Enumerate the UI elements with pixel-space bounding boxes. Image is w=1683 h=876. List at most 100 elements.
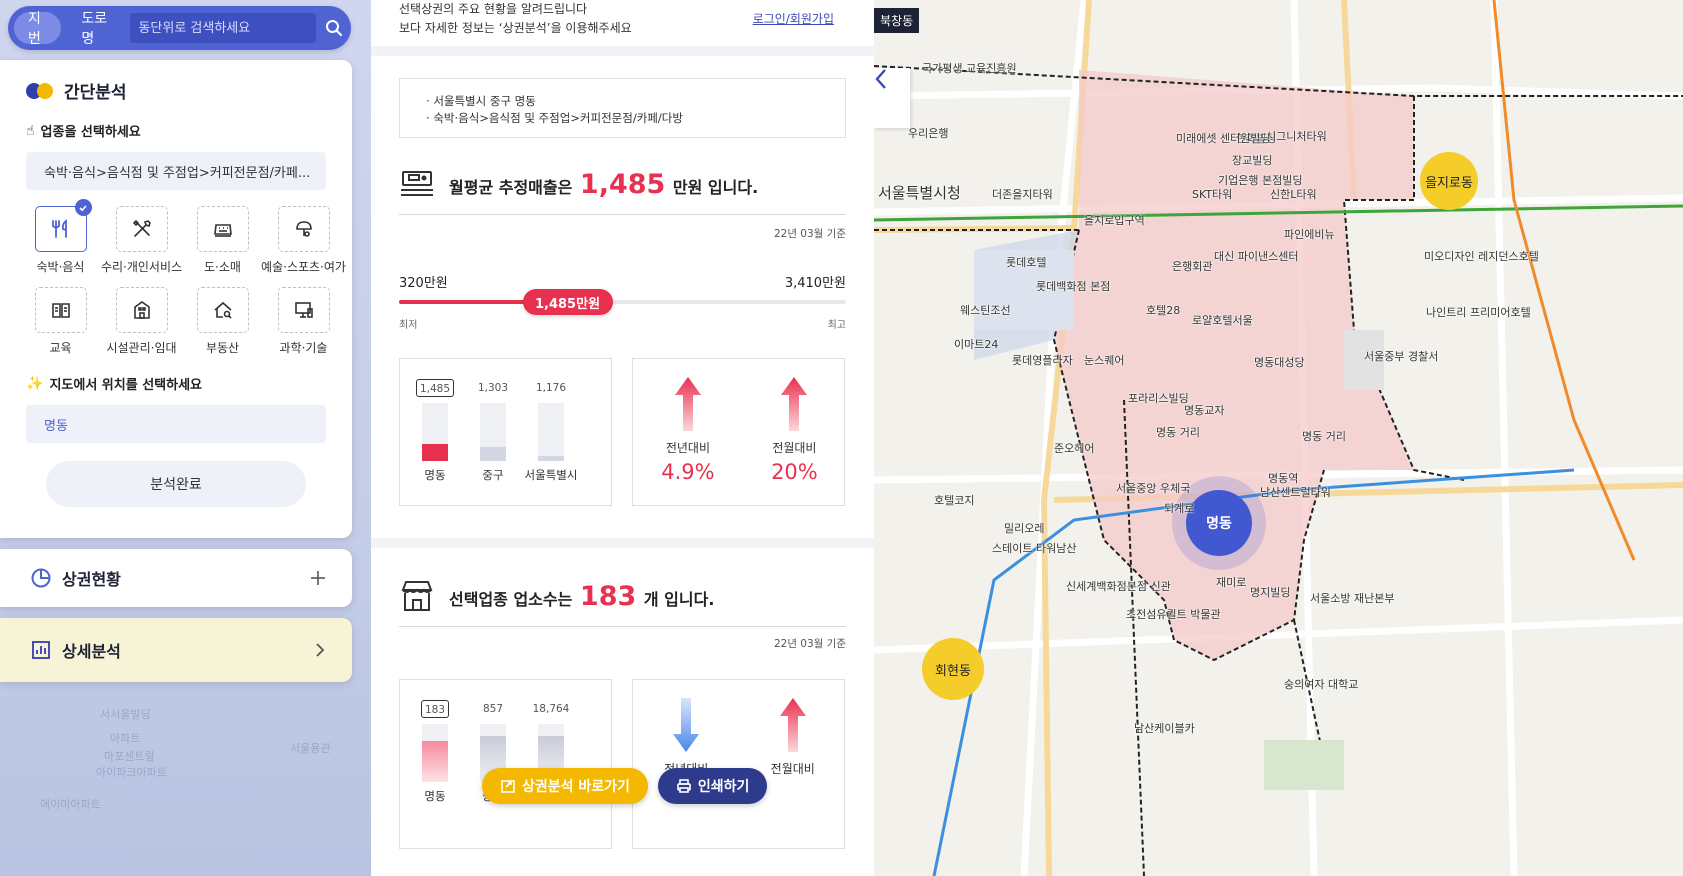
step-location-heading: ✨ 지도에서 위치를 선택하세요	[26, 374, 326, 394]
map-poi-label: 을지로입구역	[1084, 214, 1145, 227]
store-count-value: 183	[579, 580, 637, 612]
comparison-bar-fill	[422, 741, 448, 782]
signup-link[interactable]: 회원가입	[790, 12, 834, 26]
plus-icon[interactable]	[310, 570, 326, 586]
category-science-tech[interactable]: 과학·기술	[263, 287, 344, 356]
sales-range-track: 1,485만원	[399, 289, 846, 315]
selected-industry-field[interactable]: 숙박·음식>음식점 및 주점업>커피전문점/카페...	[26, 152, 326, 190]
map-poi-label: 롯데백화점 본점	[1036, 280, 1111, 293]
step-industry-label: 업종을 선택하세요	[40, 125, 141, 140]
mom-value: 20%	[771, 460, 818, 484]
yoy-label: 전년대비	[665, 441, 710, 455]
comparison-bar-0: 1,485 명동	[415, 379, 455, 483]
map-poi-label: 이마트24	[954, 338, 999, 351]
map-poi-label: 미래에셋 센터원빌딩	[1176, 132, 1271, 145]
map-poi-label: 준오헤어	[1054, 442, 1095, 455]
storefront-icon	[401, 581, 433, 611]
yoy-value: 4.9%	[661, 460, 715, 484]
print-button[interactable]: 인쇄하기	[657, 768, 768, 804]
map-poi-label: 서울특별시청	[878, 184, 961, 202]
map-poi-label: 기업은행 본점빌딩	[1218, 174, 1303, 187]
map-poi-label: 신한L타워	[1270, 188, 1317, 201]
sparkle-icon: ✨	[26, 375, 44, 392]
analysis-complete-button[interactable]: 분석완료	[46, 461, 306, 507]
map-poi-label: 롯데영플라자	[1012, 354, 1073, 367]
category-real-estate[interactable]: 부동산	[182, 287, 263, 356]
selected-location-field[interactable]: 명동	[26, 405, 326, 443]
category-label: 부동산	[205, 341, 240, 355]
sales-comparison-bars: 1,485 명동 1,303 중구 1,176 서울특별시	[415, 379, 577, 483]
monitor-icon	[294, 302, 313, 318]
mom-label: 전월대비	[772, 441, 817, 455]
map-poi-label: 시그니처타워	[1266, 130, 1327, 143]
category-repair-service[interactable]: 수리·개인서비스	[101, 206, 182, 275]
map-poi-label: 명동대성당	[1254, 356, 1305, 369]
leisure-icon	[295, 221, 312, 237]
map-poi-label: 더존을지타워	[992, 188, 1053, 201]
sales-value: 1,485	[579, 168, 666, 200]
tab-jibun[interactable]: 지번	[14, 11, 62, 47]
selected-industry-text: 숙박·음식>음식점 및 주점업>커피전문점/카페/다방	[426, 110, 819, 127]
mom-change: 전월대비 20%	[771, 377, 818, 507]
category-facility-rental[interactable]: 시설관리·임대	[101, 287, 182, 356]
category-retail[interactable]: 도·소매	[182, 206, 263, 275]
sales-range-captions: 최저 최고	[399, 316, 846, 331]
building-icon	[133, 301, 150, 319]
sales-range-labels: 320만원 3,410만원	[399, 272, 846, 291]
commercial-status-title: 상권현황	[62, 570, 121, 589]
comparison-bar-track	[422, 724, 448, 782]
sales-section: 서울특별시 중구 명동 숙박·음식>음식점 및 주점업>커피전문점/카페/다방 …	[371, 56, 874, 538]
login-link[interactable]: 로그인	[753, 12, 786, 26]
category-label: 예술·스포츠·여가	[261, 260, 346, 274]
map-poi-label: 서울소방 재난본부	[1310, 592, 1395, 605]
comparison-bar-fill	[538, 455, 564, 461]
step-location-label: 지도에서 위치를 선택하세요	[49, 378, 203, 393]
search-input[interactable]	[130, 13, 317, 43]
fork-knife-icon	[51, 219, 67, 238]
dong-marker-myeongdong-selected[interactable]: 명동	[1186, 490, 1252, 556]
tab-road-name[interactable]: 도로명	[67, 11, 124, 47]
dong-marker-euljiro[interactable]: 을지로동	[1420, 152, 1478, 210]
store-mom-label: 전월대비	[770, 762, 815, 776]
chevron-right-icon[interactable]	[314, 642, 326, 658]
intro-emphasis: 상권분석	[502, 21, 547, 35]
auth-links: 로그인/회원가입	[753, 10, 834, 27]
sales-reference-date: 22년 03월 기준	[773, 228, 846, 240]
map-poi-label: 국가평생 교육진흥원	[922, 62, 1017, 75]
category-label: 교육	[49, 341, 72, 355]
arrow-up-icon	[674, 377, 701, 431]
sales-headline: 월평균 추정매출은 1,485 만원 입니다.	[399, 166, 846, 215]
map-poi-label: 숭의여자 대학교	[1284, 678, 1359, 691]
map-poi-label: 남산케이블카	[1134, 722, 1195, 735]
map-poi-label: 신세계백화점본점 신관	[1066, 580, 1171, 593]
map-area-tag: 북창동	[874, 8, 920, 33]
map-view[interactable]: 북창동 을지로동 회현동 명동 서울특별시청 더존을지타워 SKT타워 롯데호텔 롯데백…	[874, 0, 1683, 876]
sales-comparison-box: 1,485 명동 1,303 중구 1,176 서울특별시	[399, 358, 612, 506]
comparison-bar-0: 183 명동	[420, 700, 450, 804]
category-label: 과학·기술	[279, 341, 328, 355]
map-poi-label: 포라리스빌딩	[1128, 392, 1189, 405]
map-poi-label: 퇴계로	[1164, 502, 1195, 515]
detail-analysis-section[interactable]: 상세분석	[0, 618, 352, 682]
go-analysis-button[interactable]: 상권분석 바로가기	[482, 768, 648, 804]
dong-marker-hoehyeon[interactable]: 회현동	[922, 638, 984, 700]
category-education[interactable]: 교육	[20, 287, 101, 356]
sales-change-box: 전년대비 4.9% 전월대비 20%	[632, 358, 845, 506]
house-search-icon	[213, 301, 232, 319]
arrow-up-icon	[779, 698, 806, 752]
map-poi-label: 명동역	[1268, 472, 1299, 485]
category-arts-sports[interactable]: 예술·스포츠·여가	[261, 206, 346, 275]
search-button[interactable]	[322, 13, 345, 43]
map-poi-label: 호텔28	[1146, 304, 1181, 317]
cash-register-icon	[401, 171, 433, 196]
stores-reference-date: 22년 03월 기준	[773, 638, 846, 650]
map-poi-label: 파인에비뉴	[1284, 228, 1335, 241]
arrow-up-icon	[781, 377, 808, 431]
category-food-lodging[interactable]: 숙박·음식	[20, 199, 101, 275]
map-poi-label: 재미로	[1216, 576, 1247, 589]
intro-line-1: 선택상권의 주요 현황을 알려드립니다	[399, 2, 588, 16]
commercial-status-section[interactable]: 상권현황	[0, 549, 352, 607]
detail-analysis-title: 상세분석	[62, 642, 121, 661]
collapse-panel-button[interactable]	[874, 68, 910, 128]
map-poi-label: 은행회관	[1172, 260, 1213, 273]
